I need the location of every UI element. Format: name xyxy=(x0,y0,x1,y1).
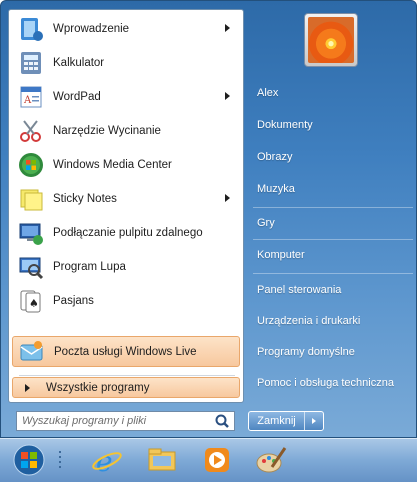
all-programs-button[interactable]: Wszystkie programy xyxy=(12,377,240,398)
taskbar: e xyxy=(0,438,417,482)
program-item-wprowadzenie[interactable]: Wprowadzenie xyxy=(12,13,240,44)
getting-started-icon xyxy=(18,16,44,42)
windows-live-mail-icon xyxy=(19,339,45,365)
search-placeholder: Wyszukaj programy i pliki xyxy=(22,415,147,427)
program-item-remote-desktop[interactable]: Podłączanie pulpitu zdalnego xyxy=(12,217,240,248)
program-label: Sticky Notes xyxy=(53,192,117,205)
start-orb-icon[interactable] xyxy=(12,443,46,477)
right-item-alex[interactable]: Alex xyxy=(257,87,278,99)
program-label: Program Lupa xyxy=(53,260,126,273)
right-item-programy-domyslne[interactable]: Programy domyślne xyxy=(257,346,355,358)
snipping-tool-icon xyxy=(18,118,44,144)
taskbar-grip xyxy=(58,443,64,477)
remote-desktop-icon xyxy=(18,220,44,246)
right-item-gry[interactable]: Gry xyxy=(257,217,275,229)
program-item-program-lupa[interactable]: Program Lupa xyxy=(12,251,240,282)
program-item-narzedzie-wycinanie[interactable]: Narzędzie Wycinanie xyxy=(12,115,240,146)
divider xyxy=(253,239,413,240)
program-item-windows-media-center[interactable]: Windows Media Center xyxy=(12,149,240,180)
program-item-kalkulator[interactable]: Kalkulator xyxy=(12,47,240,78)
submenu-arrow-icon[interactable] xyxy=(225,92,230,100)
right-item-obrazy[interactable]: Obrazy xyxy=(257,151,292,163)
all-programs-label: Wszystkie programy xyxy=(46,381,150,394)
start-menu: Wprowadzenie Kalkulator A WordPad Narzęd… xyxy=(0,0,417,438)
program-label: Pasjans xyxy=(53,294,94,307)
wordpad-icon: A xyxy=(18,84,44,110)
right-pane: Alex Dokumenty Obrazy Muzyka Gry Kompute… xyxy=(245,1,417,403)
arrow-right-icon xyxy=(25,383,30,392)
program-label: Windows Media Center xyxy=(53,158,172,171)
program-label: Kalkulator xyxy=(53,56,105,69)
windows-explorer-icon[interactable] xyxy=(145,443,179,477)
program-item-windows-live-mail[interactable]: Poczta usługi Windows Live xyxy=(12,336,240,367)
right-item-panel-sterowania[interactable]: Panel sterowania xyxy=(257,284,341,296)
sticky-notes-icon xyxy=(18,186,44,212)
user-picture[interactable] xyxy=(304,13,358,67)
submenu-arrow-icon[interactable] xyxy=(225,24,230,32)
program-item-pasjans[interactable]: ♠ Pasjans xyxy=(12,285,240,316)
right-item-urzadzenia-i-drukarki[interactable]: Urządzenia i drukarki xyxy=(257,315,360,327)
submenu-arrow-icon[interactable] xyxy=(225,194,230,202)
search-input[interactable]: Wyszukaj programy i pliki xyxy=(16,411,235,431)
program-label: WordPad xyxy=(53,90,101,103)
right-item-dokumenty[interactable]: Dokumenty xyxy=(257,119,313,131)
search-icon[interactable] xyxy=(214,413,230,429)
programs-pane: Wprowadzenie Kalkulator A WordPad Narzęd… xyxy=(8,9,244,403)
svg-text:A: A xyxy=(23,95,32,106)
paint-icon[interactable] xyxy=(254,443,288,477)
program-label: Wprowadzenie xyxy=(53,22,130,35)
right-item-komputer[interactable]: Komputer xyxy=(257,249,305,261)
program-label: Poczta usługi Windows Live xyxy=(54,345,197,358)
shutdown-options-button[interactable] xyxy=(305,412,323,430)
program-label: Narzędzie Wycinanie xyxy=(53,124,161,137)
program-item-wordpad[interactable]: A WordPad xyxy=(12,81,240,112)
right-item-muzyka[interactable]: Muzyka xyxy=(257,183,295,195)
shutdown-button[interactable]: Zamknij xyxy=(249,412,304,430)
divider xyxy=(253,207,413,208)
solitaire-icon: ♠ xyxy=(18,288,44,314)
magnifier-icon xyxy=(18,254,44,280)
media-center-icon xyxy=(18,152,44,178)
divider xyxy=(253,273,413,274)
svg-text:♠: ♠ xyxy=(29,297,39,310)
internet-explorer-icon[interactable]: e xyxy=(90,443,124,478)
flower-icon xyxy=(308,17,354,63)
divider xyxy=(19,375,235,376)
media-player-icon[interactable] xyxy=(200,443,234,477)
arrow-right-icon xyxy=(312,418,316,424)
shutdown-button-group: Zamknij xyxy=(248,411,324,431)
program-item-sticky-notes[interactable]: Sticky Notes xyxy=(12,183,240,214)
program-label: Podłączanie pulpitu zdalnego xyxy=(53,226,203,239)
calculator-icon xyxy=(18,50,44,76)
right-item-pomoc[interactable]: Pomoc i obsługa techniczna xyxy=(257,377,394,389)
